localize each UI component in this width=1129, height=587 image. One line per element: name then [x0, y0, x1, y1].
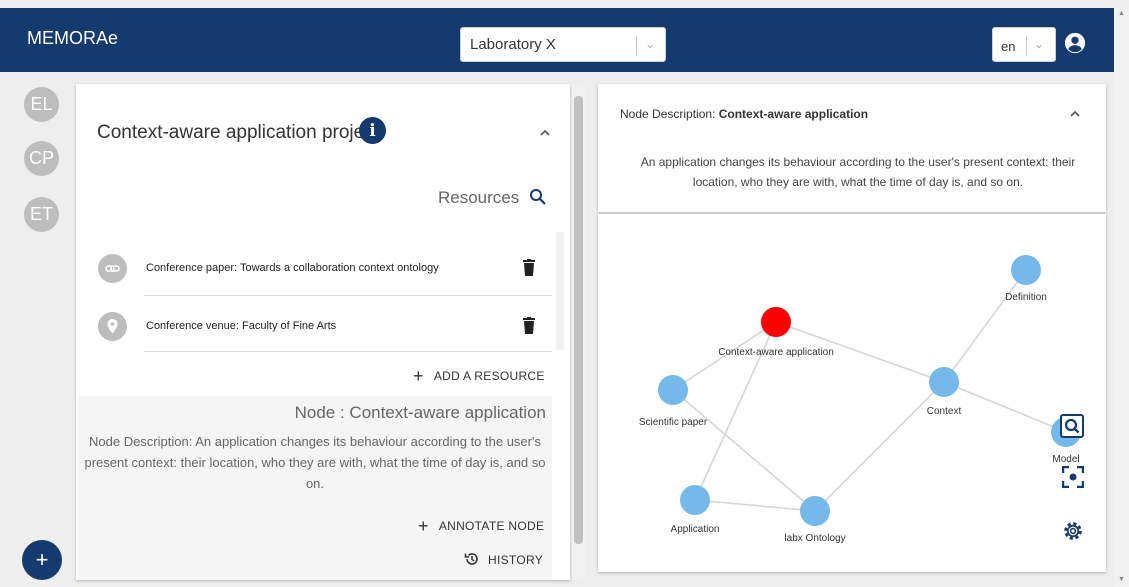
graph-panel: Context-aware application Definition Scien…: [598, 214, 1106, 572]
laboratory-select-value: Laboratory X: [470, 36, 556, 53]
resources-scrollbar[interactable]: [556, 232, 564, 350]
resource-title: Conference paper: Towards a collaboratio…: [146, 262, 439, 274]
graph-node-scientific[interactable]: [658, 375, 688, 405]
project-sidebar: EL CP ET: [0, 72, 68, 587]
laboratory-select[interactable]: Laboratory X ⌄: [460, 27, 666, 62]
chevron-up-icon[interactable]: [1068, 107, 1082, 121]
avatar[interactable]: EL: [24, 87, 59, 122]
node-description-body: An application changes its behaviour acc…: [640, 155, 1076, 189]
history-icon: [464, 553, 478, 565]
scroll-up-arrow-icon[interactable]: ▲: [1118, 10, 1125, 17]
graph-edge: [943, 269, 1027, 383]
chevron-down-icon: ⌄: [645, 37, 656, 51]
delete-icon[interactable]: [522, 259, 536, 277]
add-resource-button[interactable]: + ADD A RESOURCE: [413, 364, 545, 386]
settings-gear-icon[interactable]: [1062, 520, 1084, 542]
graph-node-label: labx Ontology: [784, 533, 845, 544]
divider: [144, 351, 552, 352]
annotate-node-label: ANNOTATE NODE: [438, 519, 545, 533]
avatar[interactable]: CP: [24, 141, 59, 176]
project-title: Context-aware application project: [97, 122, 379, 143]
graph-node-context[interactable]: [929, 367, 959, 397]
add-resource-label: ADD A RESOURCE: [433, 369, 545, 383]
graph-node-context-aware[interactable]: [761, 307, 791, 337]
graph-node-definition[interactable]: [1011, 255, 1041, 285]
page-scrollbar[interactable]: ▲ ▼: [1114, 8, 1129, 587]
search-icon[interactable]: [529, 188, 547, 206]
language-select[interactable]: en ⌄: [992, 27, 1056, 62]
graph-node-label: Application: [671, 524, 720, 535]
graph-edge: [943, 381, 1067, 433]
select-separator: [636, 36, 637, 56]
panel-scrollbar-thumb[interactable]: [574, 96, 583, 544]
top-app-bar: MEMORAe Laboratory X ⌄ en ⌄: [0, 8, 1114, 72]
list-item[interactable]: Conference paper: Towards a collaboratio…: [98, 246, 535, 292]
zoom-search-icon[interactable]: [1060, 414, 1084, 438]
link-icon: [98, 254, 127, 283]
graph-node-label: Context: [927, 406, 962, 417]
focus-center-icon[interactable]: [1062, 466, 1084, 488]
graph-edge: [694, 499, 816, 512]
node-description: Node Description: An application changes…: [84, 434, 546, 491]
location-pin-icon: [98, 312, 127, 341]
ontology-graph[interactable]: Context-aware application Definition Scien…: [598, 214, 1106, 572]
chevron-up-icon[interactable]: [538, 126, 552, 140]
node-description-label: Node Description:: [620, 107, 716, 121]
plus-icon: +: [418, 516, 429, 536]
graph-node-label: Scientific paper: [639, 417, 708, 428]
graph-edge: [814, 381, 945, 512]
graph-node-label: Model: [1052, 454, 1079, 465]
resource-title: Conference venue: Faculty of Fine Arts: [146, 320, 337, 332]
node-description-panel: Node Description: Context-aware applicat…: [598, 84, 1106, 212]
node-description-heading: Node Description: Context-aware applicat…: [620, 107, 868, 121]
resources-label: Resources: [438, 188, 520, 207]
graph-node-label: Definition: [1005, 292, 1047, 303]
scroll-down-arrow-icon[interactable]: ▼: [1118, 576, 1125, 583]
language-select-value: en: [1001, 39, 1016, 54]
list-item[interactable]: Conference venue: Faculty of Fine Arts: [98, 304, 535, 350]
node-description-name: Context-aware application: [718, 107, 869, 121]
plus-icon: +: [413, 366, 424, 386]
annotate-node-button[interactable]: + ANNOTATE NODE: [418, 514, 545, 536]
app-title: MEMORAe: [27, 28, 119, 48]
project-panel: Context-aware application project i Reso…: [76, 84, 586, 580]
node-title: Node : Context-aware application: [294, 403, 546, 422]
delete-icon[interactable]: [522, 317, 536, 335]
graph-node-ontology[interactable]: [800, 496, 830, 526]
divider: [144, 295, 552, 296]
info-icon[interactable]: i: [359, 117, 386, 144]
user-account-icon[interactable]: [1064, 32, 1086, 54]
select-separator: [1026, 36, 1027, 56]
chevron-down-icon: ⌄: [1034, 37, 1045, 51]
add-fab-button[interactable]: +: [22, 540, 62, 580]
graph-node-application[interactable]: [680, 485, 710, 515]
history-label: HISTORY: [488, 553, 544, 567]
history-button[interactable]: HISTORY: [464, 548, 543, 567]
avatar[interactable]: ET: [24, 197, 59, 232]
graph-node-label: Context-aware application: [718, 347, 834, 358]
